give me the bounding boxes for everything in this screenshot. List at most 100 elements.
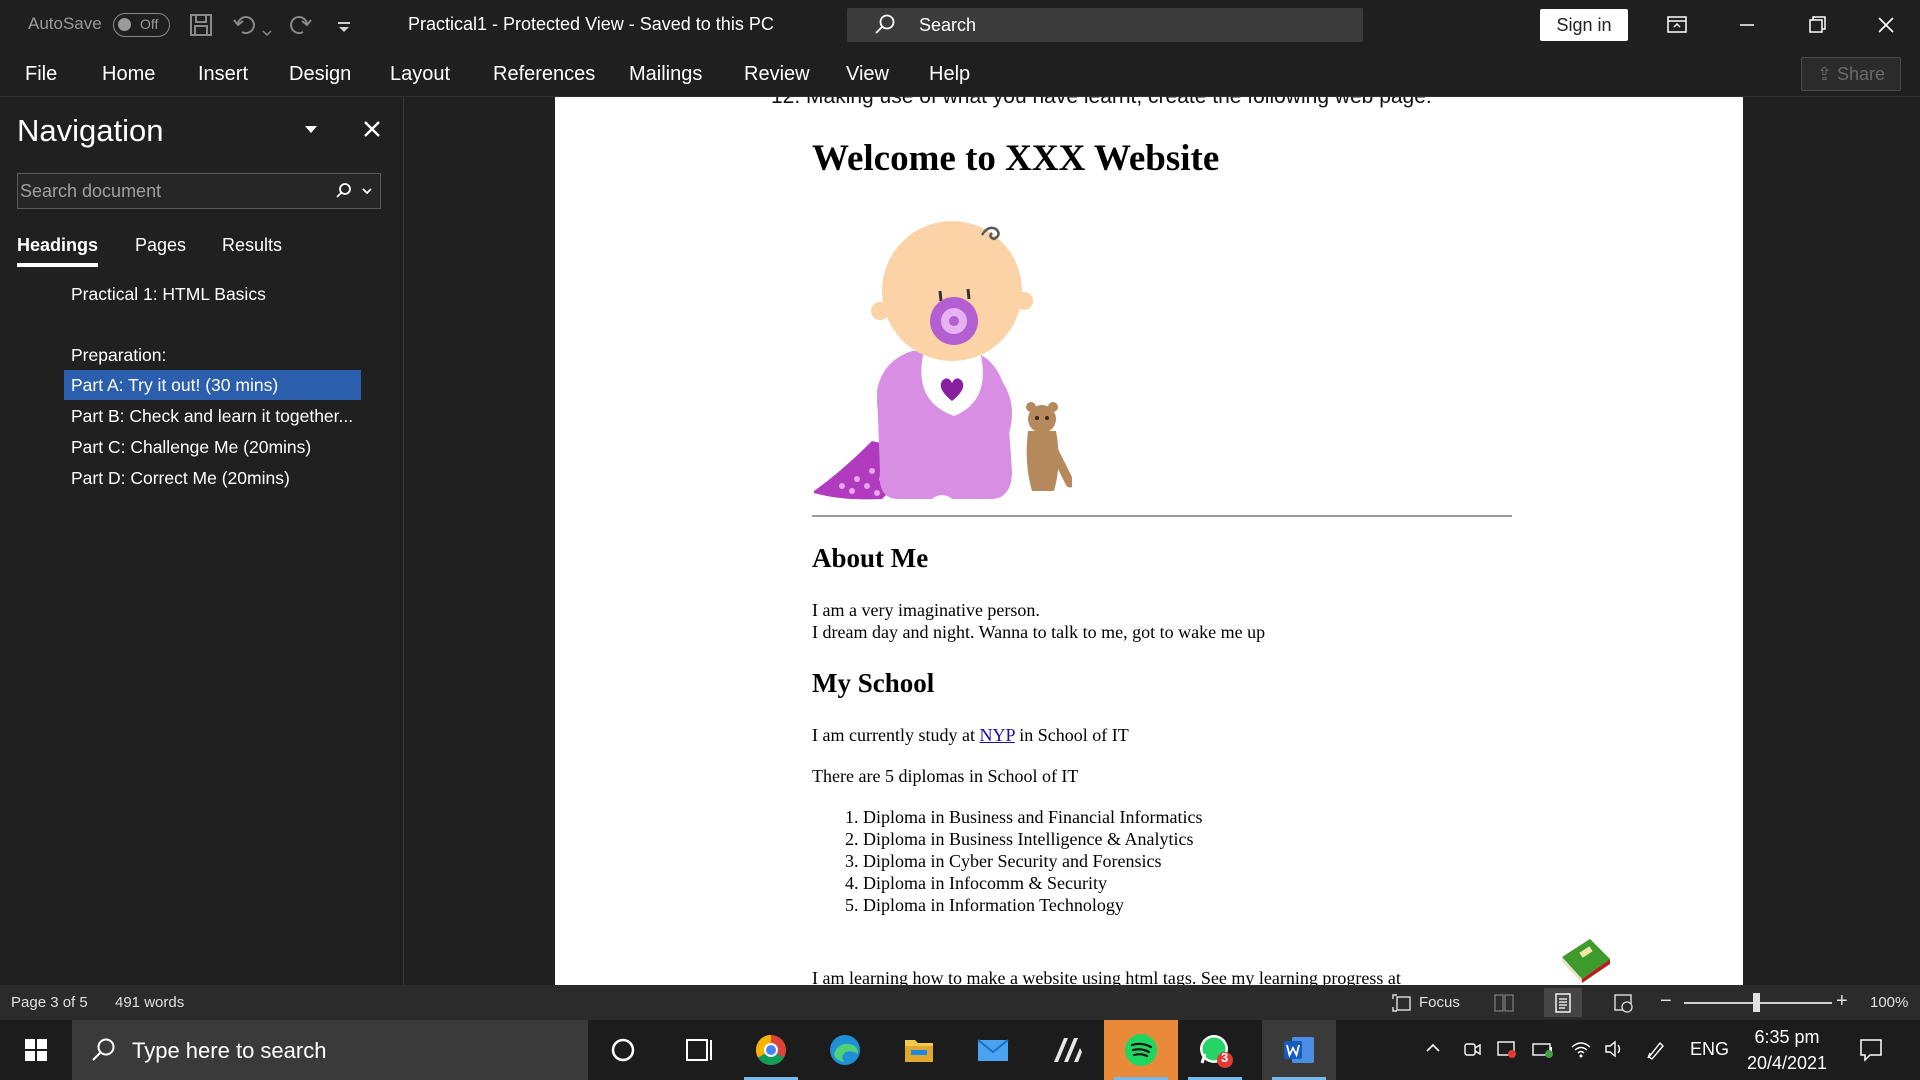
start-button[interactable]: [0, 1020, 72, 1080]
tab-mailings[interactable]: Mailings: [629, 63, 702, 86]
battery-icon[interactable]: [1531, 1039, 1555, 1064]
list-item: 2. Diploma in Business Intelligence & An…: [845, 829, 1194, 849]
focus-icon[interactable]: [1392, 994, 1414, 1016]
search-icon: [873, 13, 897, 42]
page-count[interactable]: Page 3 of 5: [11, 994, 88, 1011]
heading-item[interactable]: Part C: Challenge Me (20mins): [64, 432, 361, 462]
spotify-icon[interactable]: [1104, 1020, 1178, 1080]
notifications-icon[interactable]: [1858, 1037, 1884, 1068]
autosave-label: AutoSave: [28, 14, 102, 33]
ribbon-tabs: File Home Insert Design Layout Reference…: [0, 51, 1920, 97]
chevron-down-icon[interactable]: [360, 184, 374, 203]
read-mode-icon[interactable]: [1485, 988, 1523, 1017]
title-search-box[interactable]: Search: [847, 8, 1363, 42]
show-hidden-icons-icon[interactable]: [1424, 1039, 1442, 1062]
notification-badge: 3: [1221, 1050, 1229, 1065]
redo-icon[interactable]: [287, 12, 313, 44]
restore-icon[interactable]: [1796, 8, 1836, 42]
share-icon: ⇪: [1816, 64, 1833, 84]
edge-icon[interactable]: [808, 1020, 882, 1080]
title-bar: AutoSave Off Practical1 - Protected View…: [0, 0, 1920, 51]
ribbon-display-options-icon[interactable]: [1657, 8, 1697, 42]
undo-icon[interactable]: [232, 12, 258, 44]
minimize-icon[interactable]: [1727, 8, 1767, 42]
school-text-after: in School of IT: [1014, 725, 1129, 745]
tab-home[interactable]: Home: [102, 63, 155, 86]
mail-icon[interactable]: [956, 1020, 1030, 1080]
about-heading: About Me: [812, 543, 929, 573]
word-count[interactable]: 491 words: [115, 994, 184, 1011]
document-canvas[interactable]: 12. Making use of what you have learnt, …: [405, 97, 1920, 985]
search-icon[interactable]: [334, 181, 354, 206]
document-page[interactable]: 12. Making use of what you have learnt, …: [555, 97, 1743, 985]
list-item: 1. Diploma in Business and Financial Inf…: [845, 807, 1203, 827]
taskbar-search-box[interactable]: Type here to search: [72, 1020, 588, 1080]
undo-dropdown-icon[interactable]: [262, 18, 272, 44]
sign-in-button[interactable]: Sign in: [1540, 9, 1628, 41]
list-item: 3. Diploma in Cyber Security and Forensi…: [845, 851, 1162, 871]
file-explorer-icon[interactable]: [882, 1020, 956, 1080]
whatsapp-icon[interactable]: 3: [1178, 1020, 1252, 1080]
taskbar-search-placeholder: Type here to search: [132, 1038, 327, 1063]
pane-options-icon[interactable]: [301, 123, 321, 142]
volume-icon[interactable]: [1603, 1039, 1625, 1064]
heading-item-selected[interactable]: Part A: Try it out! (30 mins): [64, 370, 361, 400]
input-language[interactable]: ENG: [1690, 1039, 1729, 1060]
word-icon[interactable]: [1262, 1020, 1336, 1080]
chrome-icon[interactable]: [734, 1020, 808, 1080]
close-pane-icon[interactable]: [361, 116, 383, 147]
app-icon[interactable]: [1030, 1020, 1104, 1080]
web-layout-icon[interactable]: [1604, 988, 1642, 1017]
tab-review[interactable]: Review: [744, 63, 810, 86]
task-view-icon[interactable]: [660, 1020, 734, 1080]
about-line-1: I am a very imaginative person.: [812, 600, 1040, 620]
meet-now-icon[interactable]: [1462, 1039, 1482, 1064]
heading-item[interactable]: Part B: Check and learn it together...: [64, 401, 361, 431]
search-label: Search: [919, 15, 977, 35]
page-heading: Welcome to XXX Website: [812, 138, 1220, 179]
book-icon: [1558, 935, 1612, 985]
tab-help[interactable]: Help: [929, 63, 970, 86]
clock-date: 20/4/2021: [1746, 1053, 1828, 1073]
zoom-out-icon[interactable]: −: [1660, 990, 1672, 1013]
print-layout-icon[interactable]: [1544, 988, 1582, 1017]
zoom-level[interactable]: 100%: [1870, 994, 1908, 1011]
heading-item[interactable]: Practical 1: HTML Basics: [64, 279, 361, 309]
list-item: 4. Diploma in Infocomm & Security: [845, 873, 1107, 893]
tab-pages[interactable]: Pages: [135, 235, 186, 256]
customize-qat-icon[interactable]: [336, 16, 352, 42]
wifi-icon[interactable]: [1570, 1039, 1592, 1064]
heading-item[interactable]: Part D: Correct Me (20mins): [64, 463, 361, 493]
tab-insert[interactable]: Insert: [198, 63, 248, 86]
close-window-icon[interactable]: [1866, 8, 1906, 42]
tab-design[interactable]: Design: [289, 63, 351, 86]
tab-file[interactable]: File: [25, 63, 57, 86]
tab-results[interactable]: Results: [222, 235, 282, 256]
share-button[interactable]: ⇪ Share: [1801, 57, 1901, 91]
tab-view[interactable]: View: [846, 63, 889, 86]
navigation-pane: Navigation Headings Pages Results Practi…: [0, 97, 404, 985]
tab-layout[interactable]: Layout: [390, 63, 450, 86]
screen-capture-icon[interactable]: [1496, 1039, 1518, 1064]
focus-label[interactable]: Focus: [1419, 994, 1460, 1011]
tab-references[interactable]: References: [493, 63, 595, 86]
school-paragraph-2: There are 5 diplomas in School of IT: [812, 766, 1079, 786]
pen-icon[interactable]: [1645, 1039, 1667, 1066]
status-bar: Page 3 of 5 491 words Focus − + 100%: [0, 985, 1920, 1020]
search-document-input[interactable]: [20, 176, 320, 206]
heading-item[interactable]: Preparation:: [64, 340, 361, 370]
save-icon[interactable]: [188, 12, 214, 44]
zoom-slider-thumb[interactable]: [1753, 993, 1760, 1012]
search-document-box[interactable]: [17, 173, 381, 209]
diploma-list: 1. Diploma in Business and Financial Inf…: [845, 806, 1202, 916]
nyp-link[interactable]: NYP: [979, 725, 1014, 745]
clock-time: 6:35 pm: [1754, 1027, 1820, 1047]
cortana-icon[interactable]: [586, 1020, 660, 1080]
zoom-in-icon[interactable]: +: [1836, 990, 1848, 1013]
active-tab-indicator: [17, 263, 98, 267]
document-title: Practical1 - Protected View - Saved to t…: [408, 14, 774, 34]
clock[interactable]: 6:35 pm 20/4/2021: [1732, 1024, 1842, 1076]
autosave-toggle[interactable]: Off: [113, 13, 170, 37]
school-paragraph-1: I am currently study at NYP in School of…: [812, 724, 1129, 746]
tab-headings[interactable]: Headings: [17, 235, 98, 256]
